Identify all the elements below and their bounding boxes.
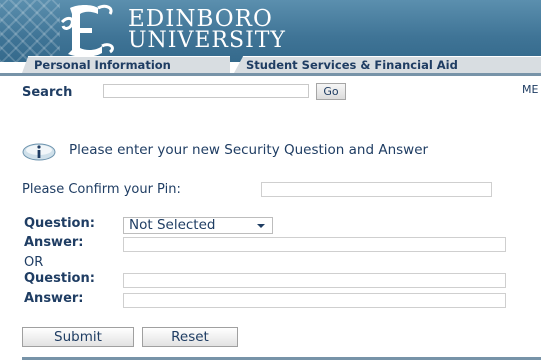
banner-pattern — [0, 0, 60, 62]
question-2-label: Question: — [24, 271, 95, 286]
header-banner: EDINBORO UNIVERSITY — [0, 0, 541, 62]
question-1-selected: Not Selected — [129, 217, 216, 233]
question-2-field[interactable] — [123, 273, 506, 288]
tab-divider — [0, 73, 541, 76]
or-label: OR — [24, 255, 44, 270]
submit-button[interactable]: Submit — [22, 327, 134, 347]
go-button[interactable]: Go — [316, 83, 346, 100]
reset-button[interactable]: Reset — [142, 327, 238, 347]
university-logo-icon — [60, 4, 114, 57]
main-tabs: Personal Information Student Services & … — [0, 56, 541, 73]
tab-student-services[interactable]: Student Services & Financial Aid — [234, 56, 541, 73]
chevron-down-icon — [257, 224, 265, 228]
bottom-divider — [22, 357, 541, 360]
logo-line-2: UNIVERSITY — [128, 28, 286, 53]
menu-link[interactable]: ME — [522, 83, 538, 96]
info-text: Please enter your new Security Question … — [69, 142, 429, 158]
search-label: Search — [22, 85, 73, 100]
info-icon — [22, 143, 56, 161]
question-1-label: Question: — [24, 216, 95, 231]
logo-line-1: EDINBORO — [128, 6, 273, 32]
pin-label: Please Confirm your Pin: — [22, 182, 181, 197]
university-name: EDINBORO UNIVERSITY — [128, 6, 286, 53]
answer-2-field[interactable] — [123, 293, 506, 308]
answer-2-label: Answer: — [24, 291, 84, 306]
info-message: Please enter your new Security Question … — [22, 142, 541, 161]
pin-field[interactable] — [261, 182, 492, 197]
answer-1-label: Answer: — [24, 235, 84, 250]
question-1-select[interactable]: Not Selected — [123, 217, 273, 234]
search-bar: Search Go ME — [0, 80, 541, 104]
tab-personal-information[interactable]: Personal Information — [22, 56, 230, 73]
answer-1-field[interactable] — [123, 237, 506, 252]
search-input[interactable] — [103, 84, 309, 98]
